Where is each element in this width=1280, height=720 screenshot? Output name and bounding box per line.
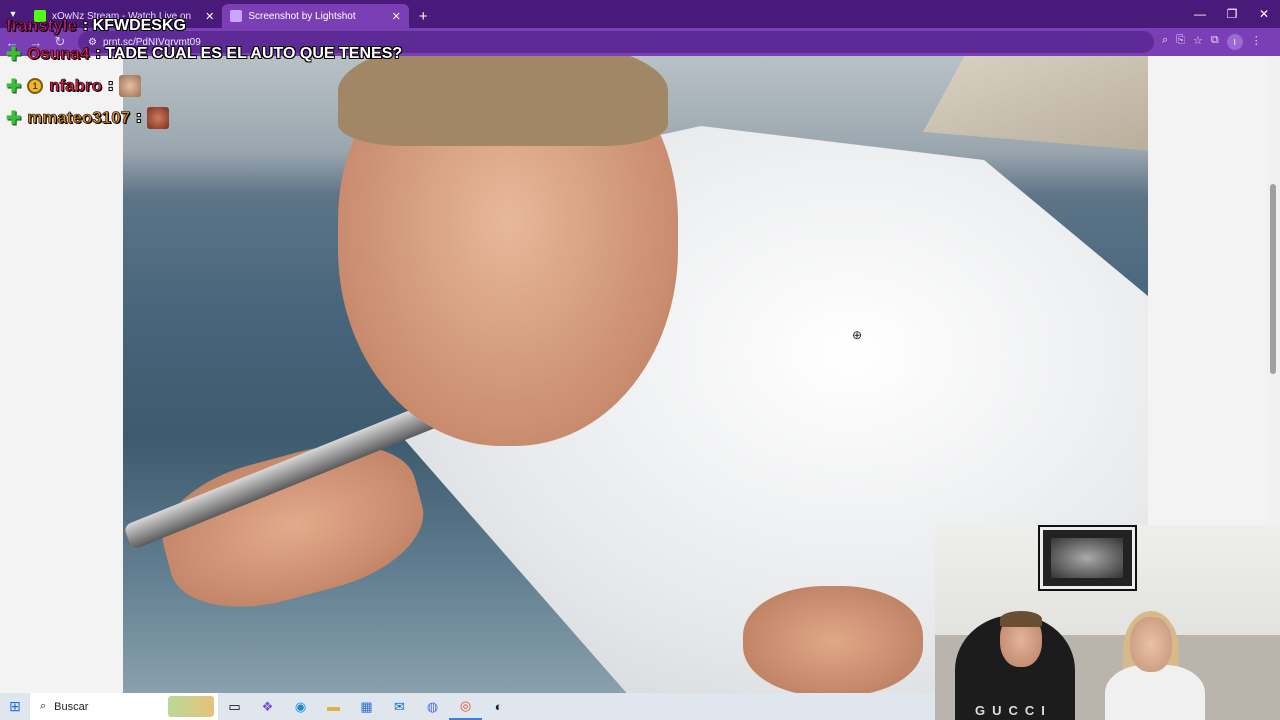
chat-text: : (107, 77, 114, 94)
search-placeholder: Buscar (54, 700, 89, 713)
windows-taskbar: ⊞ ⌕ Buscar ▭ ❖ ◉ ▬ ▦ ✉ ◍ ◎ ◐ (0, 693, 935, 720)
arm-shape (149, 424, 437, 628)
file-explorer-icon[interactable]: ▬ (317, 693, 350, 720)
angry-emote-icon (147, 107, 170, 129)
chat-message: ✚ mmateo3107 : (0, 102, 420, 134)
extensions-icon[interactable]: ⧉ (1211, 34, 1219, 50)
scrollbar-thumb[interactable] (1270, 184, 1276, 374)
sail-shape (923, 56, 1148, 151)
hand-shape (743, 586, 923, 693)
search-icon: ⌕ (40, 700, 47, 712)
chat-username: Osuna4 (27, 44, 90, 64)
window-controls: — ❐ ✕ (1184, 0, 1280, 28)
obs-icon[interactable]: ◐ (482, 693, 515, 720)
guest-body (1105, 665, 1205, 720)
chat-message: ✚ 1 nfabro : (0, 70, 420, 102)
chat-text: : KFWDESKG (82, 17, 186, 34)
menu-kebab-icon[interactable]: ⋮ (1251, 34, 1262, 50)
minimize-icon[interactable]: — (1184, 0, 1216, 28)
wall-picture (1038, 525, 1137, 591)
chat-message: franstyle : KFWDESKG (0, 14, 420, 38)
chrome-icon[interactable]: ◎ (449, 693, 482, 720)
zoom-icon[interactable]: ⌕ (1162, 34, 1168, 50)
install-icon[interactable]: ⎘ (1176, 34, 1185, 50)
streamer-hair (1000, 611, 1042, 627)
close-window-icon[interactable]: ✕ (1248, 0, 1280, 28)
guest-face (1130, 617, 1172, 672)
coin-badge-icon: 1 (27, 78, 44, 94)
task-view-icon[interactable]: ▭ (218, 693, 251, 720)
discord-icon[interactable]: ◍ (416, 693, 449, 720)
subscriber-badge-icon: ✚ (6, 43, 22, 64)
search-highlight-image (168, 696, 214, 717)
copilot-icon[interactable]: ❖ (251, 693, 284, 720)
store-icon[interactable]: ▦ (350, 693, 383, 720)
zoom-cursor-icon: ⊕ (852, 328, 863, 342)
face-emote-icon (119, 75, 142, 97)
chat-text: : TADE CUAL ES EL AUTO QUE TENES? (95, 45, 403, 62)
bookmark-star-icon[interactable]: ☆ (1193, 34, 1203, 50)
chat-username: nfabro (49, 76, 102, 96)
motorcycle-picture (1051, 538, 1123, 578)
restore-icon[interactable]: ❐ (1216, 0, 1248, 28)
shirt-print: GUCCI (975, 703, 1052, 718)
profile-avatar[interactable]: I (1226, 34, 1243, 50)
chat-username: franstyle (6, 16, 77, 36)
windows-start-icon[interactable]: ⊞ (0, 693, 30, 720)
outlook-icon[interactable]: ✉ (383, 693, 416, 720)
taskbar-search[interactable]: ⌕ Buscar (30, 693, 218, 720)
edge-icon[interactable]: ◉ (284, 693, 317, 720)
subscriber-badge-icon: ✚ (6, 107, 22, 128)
webcam-overlay: GUCCI (935, 525, 1280, 720)
chat-text: : (136, 109, 142, 126)
chat-message: ✚ Osuna4 : TADE CUAL ES EL AUTO QUE TENE… (0, 38, 420, 70)
chat-username: mmateo3107 (27, 108, 131, 128)
subscriber-badge-icon: ✚ (6, 75, 22, 96)
stream-chat-overlay: franstyle : KFWDESKG ✚ Osuna4 : TADE CUA… (0, 14, 420, 134)
